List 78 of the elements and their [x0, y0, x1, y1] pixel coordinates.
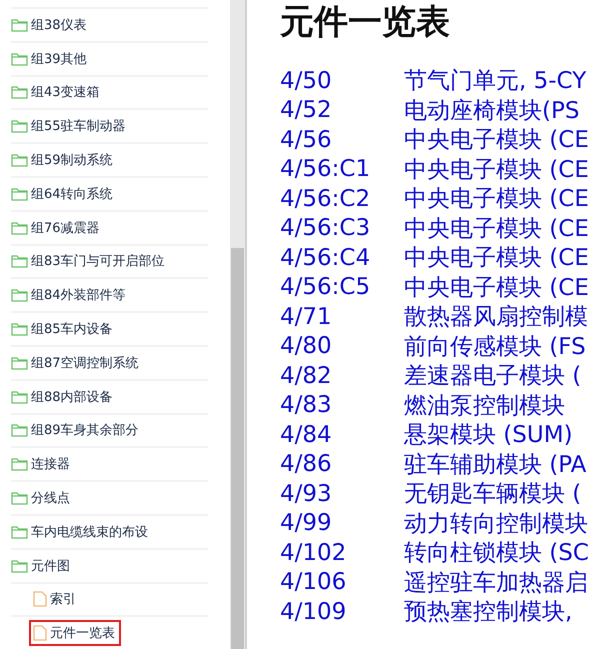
folder-icon — [11, 220, 28, 235]
component-name[interactable]: 差速器电子模块 ( — [404, 360, 582, 392]
folder-icon — [11, 390, 28, 404]
sidebar-item[interactable]: 元件图 — [7, 552, 76, 579]
sidebar-item[interactable]: 索引 — [29, 586, 82, 612]
component-code[interactable]: 4/93 — [280, 480, 404, 507]
component-name[interactable]: 中央电子模块 (CE — [404, 124, 589, 156]
component-code[interactable]: 4/109 — [280, 598, 404, 625]
component-name[interactable]: 驻车辅助模块 (PA — [404, 448, 586, 480]
component-name[interactable]: 预热塞控制模块, — [404, 596, 572, 628]
sidebar-item[interactable]: 组89车身其余部分 — [7, 417, 145, 444]
component-code[interactable]: 4/99 — [280, 510, 404, 536]
component-name[interactable]: 节气门单元, 5-CY — [404, 65, 586, 96]
component-code[interactable]: 4/106 — [280, 569, 404, 596]
component-code[interactable]: 4/71 — [280, 304, 404, 330]
sidebar-item[interactable]: 组87空调控制系统 — [7, 350, 145, 376]
component-name[interactable]: 中央电子模块 (CE — [404, 212, 589, 244]
folder-icon — [11, 491, 28, 506]
sidebar-item[interactable]: 组88内部设备 — [7, 384, 119, 410]
sidebar-item[interactable]: 组43变速箱 — [7, 79, 106, 106]
component-name[interactable]: 中央电子模块 (CE — [404, 183, 589, 214]
component-code[interactable]: 4/86 — [280, 451, 404, 478]
component-code[interactable]: 4/52 — [280, 97, 404, 124]
component-name[interactable]: 动力转向控制模块 — [404, 508, 588, 539]
sidebar-item[interactable]: 分线点 — [7, 485, 76, 512]
component-name[interactable]: 中央电子模块 (CE — [404, 272, 589, 303]
sidebar-item[interactable]: 组39其他 — [7, 46, 93, 72]
component-code[interactable]: 4/56:C3 — [280, 215, 404, 242]
component-name[interactable]: 遥控驻车加热器启 — [404, 566, 588, 598]
component-name[interactable]: 散热器风扇控制模 — [404, 301, 588, 332]
folder-icon — [11, 356, 28, 370]
component-name[interactable]: 中央电子模块 (CE — [404, 154, 589, 185]
folder-icon — [11, 457, 28, 472]
component-name[interactable]: 燃油泵控制模块 — [404, 390, 565, 421]
folder-icon — [11, 524, 28, 539]
sidebar-item[interactable]: 元件一览表 — [29, 620, 121, 646]
sidebar-item[interactable]: 连接器 — [7, 451, 76, 478]
folder-icon — [11, 288, 28, 302]
document-icon — [33, 625, 47, 642]
component-code[interactable]: 4/56:C4 — [280, 244, 404, 271]
component-name[interactable]: 电动座椅模块(PS — [404, 94, 580, 126]
component-code[interactable]: 4/83 — [280, 392, 404, 418]
folder-icon — [11, 423, 28, 438]
component-code[interactable]: 4/50 — [280, 68, 404, 94]
sidebar-item[interactable]: 组76减震器 — [7, 214, 106, 241]
component-name[interactable]: 悬架模块 (SUM) — [404, 419, 573, 450]
component-code[interactable]: 4/56:C5 — [280, 274, 404, 300]
component-code[interactable]: 4/56 — [280, 126, 404, 153]
folder-icon — [11, 52, 28, 66]
folder-icon — [11, 119, 28, 134]
component-code[interactable]: 4/56:C1 — [280, 156, 404, 182]
component-code[interactable]: 4/80 — [280, 333, 404, 360]
sidebar-item[interactable]: 组85车内设备 — [7, 316, 119, 342]
document-icon — [33, 591, 47, 608]
folder-icon — [11, 322, 28, 336]
scrollbar[interactable] — [230, 0, 247, 649]
folder-icon — [11, 254, 28, 268]
folder-icon — [11, 153, 28, 168]
sidebar-item[interactable]: 组83车门与可开启部位 — [7, 248, 171, 274]
component-code[interactable]: 4/82 — [280, 362, 404, 389]
component-name[interactable]: 无钥匙车辆模块 ( — [404, 478, 582, 510]
folder-icon — [11, 18, 28, 32]
sidebar-item[interactable]: 组84外装部件等 — [7, 282, 132, 308]
sidebar-item[interactable]: 车内电缆线束的布设 — [7, 518, 154, 545]
component-name[interactable]: 中央电子模块 (CE — [404, 242, 589, 274]
component-name[interactable]: 前向传感模块 (FS — [404, 330, 586, 362]
sidebar-item[interactable]: 组38仪表 — [7, 12, 93, 38]
sidebar-item[interactable]: 组59制动系统 — [7, 147, 119, 174]
component-name[interactable]: 转向柱锁模块 (SC — [404, 537, 589, 568]
component-code[interactable]: 4/102 — [280, 540, 404, 566]
component-code[interactable]: 4/84 — [280, 422, 404, 448]
folder-icon — [11, 186, 28, 201]
component-code[interactable]: 4/56:C2 — [280, 186, 404, 212]
sidebar-item[interactable]: 组64转向系统 — [7, 180, 119, 207]
sidebar-item[interactable]: 组55驻车制动器 — [7, 113, 132, 140]
page-title: 元件一览表 — [280, 1, 451, 44]
folder-icon — [11, 558, 28, 573]
folder-icon — [11, 85, 28, 100]
